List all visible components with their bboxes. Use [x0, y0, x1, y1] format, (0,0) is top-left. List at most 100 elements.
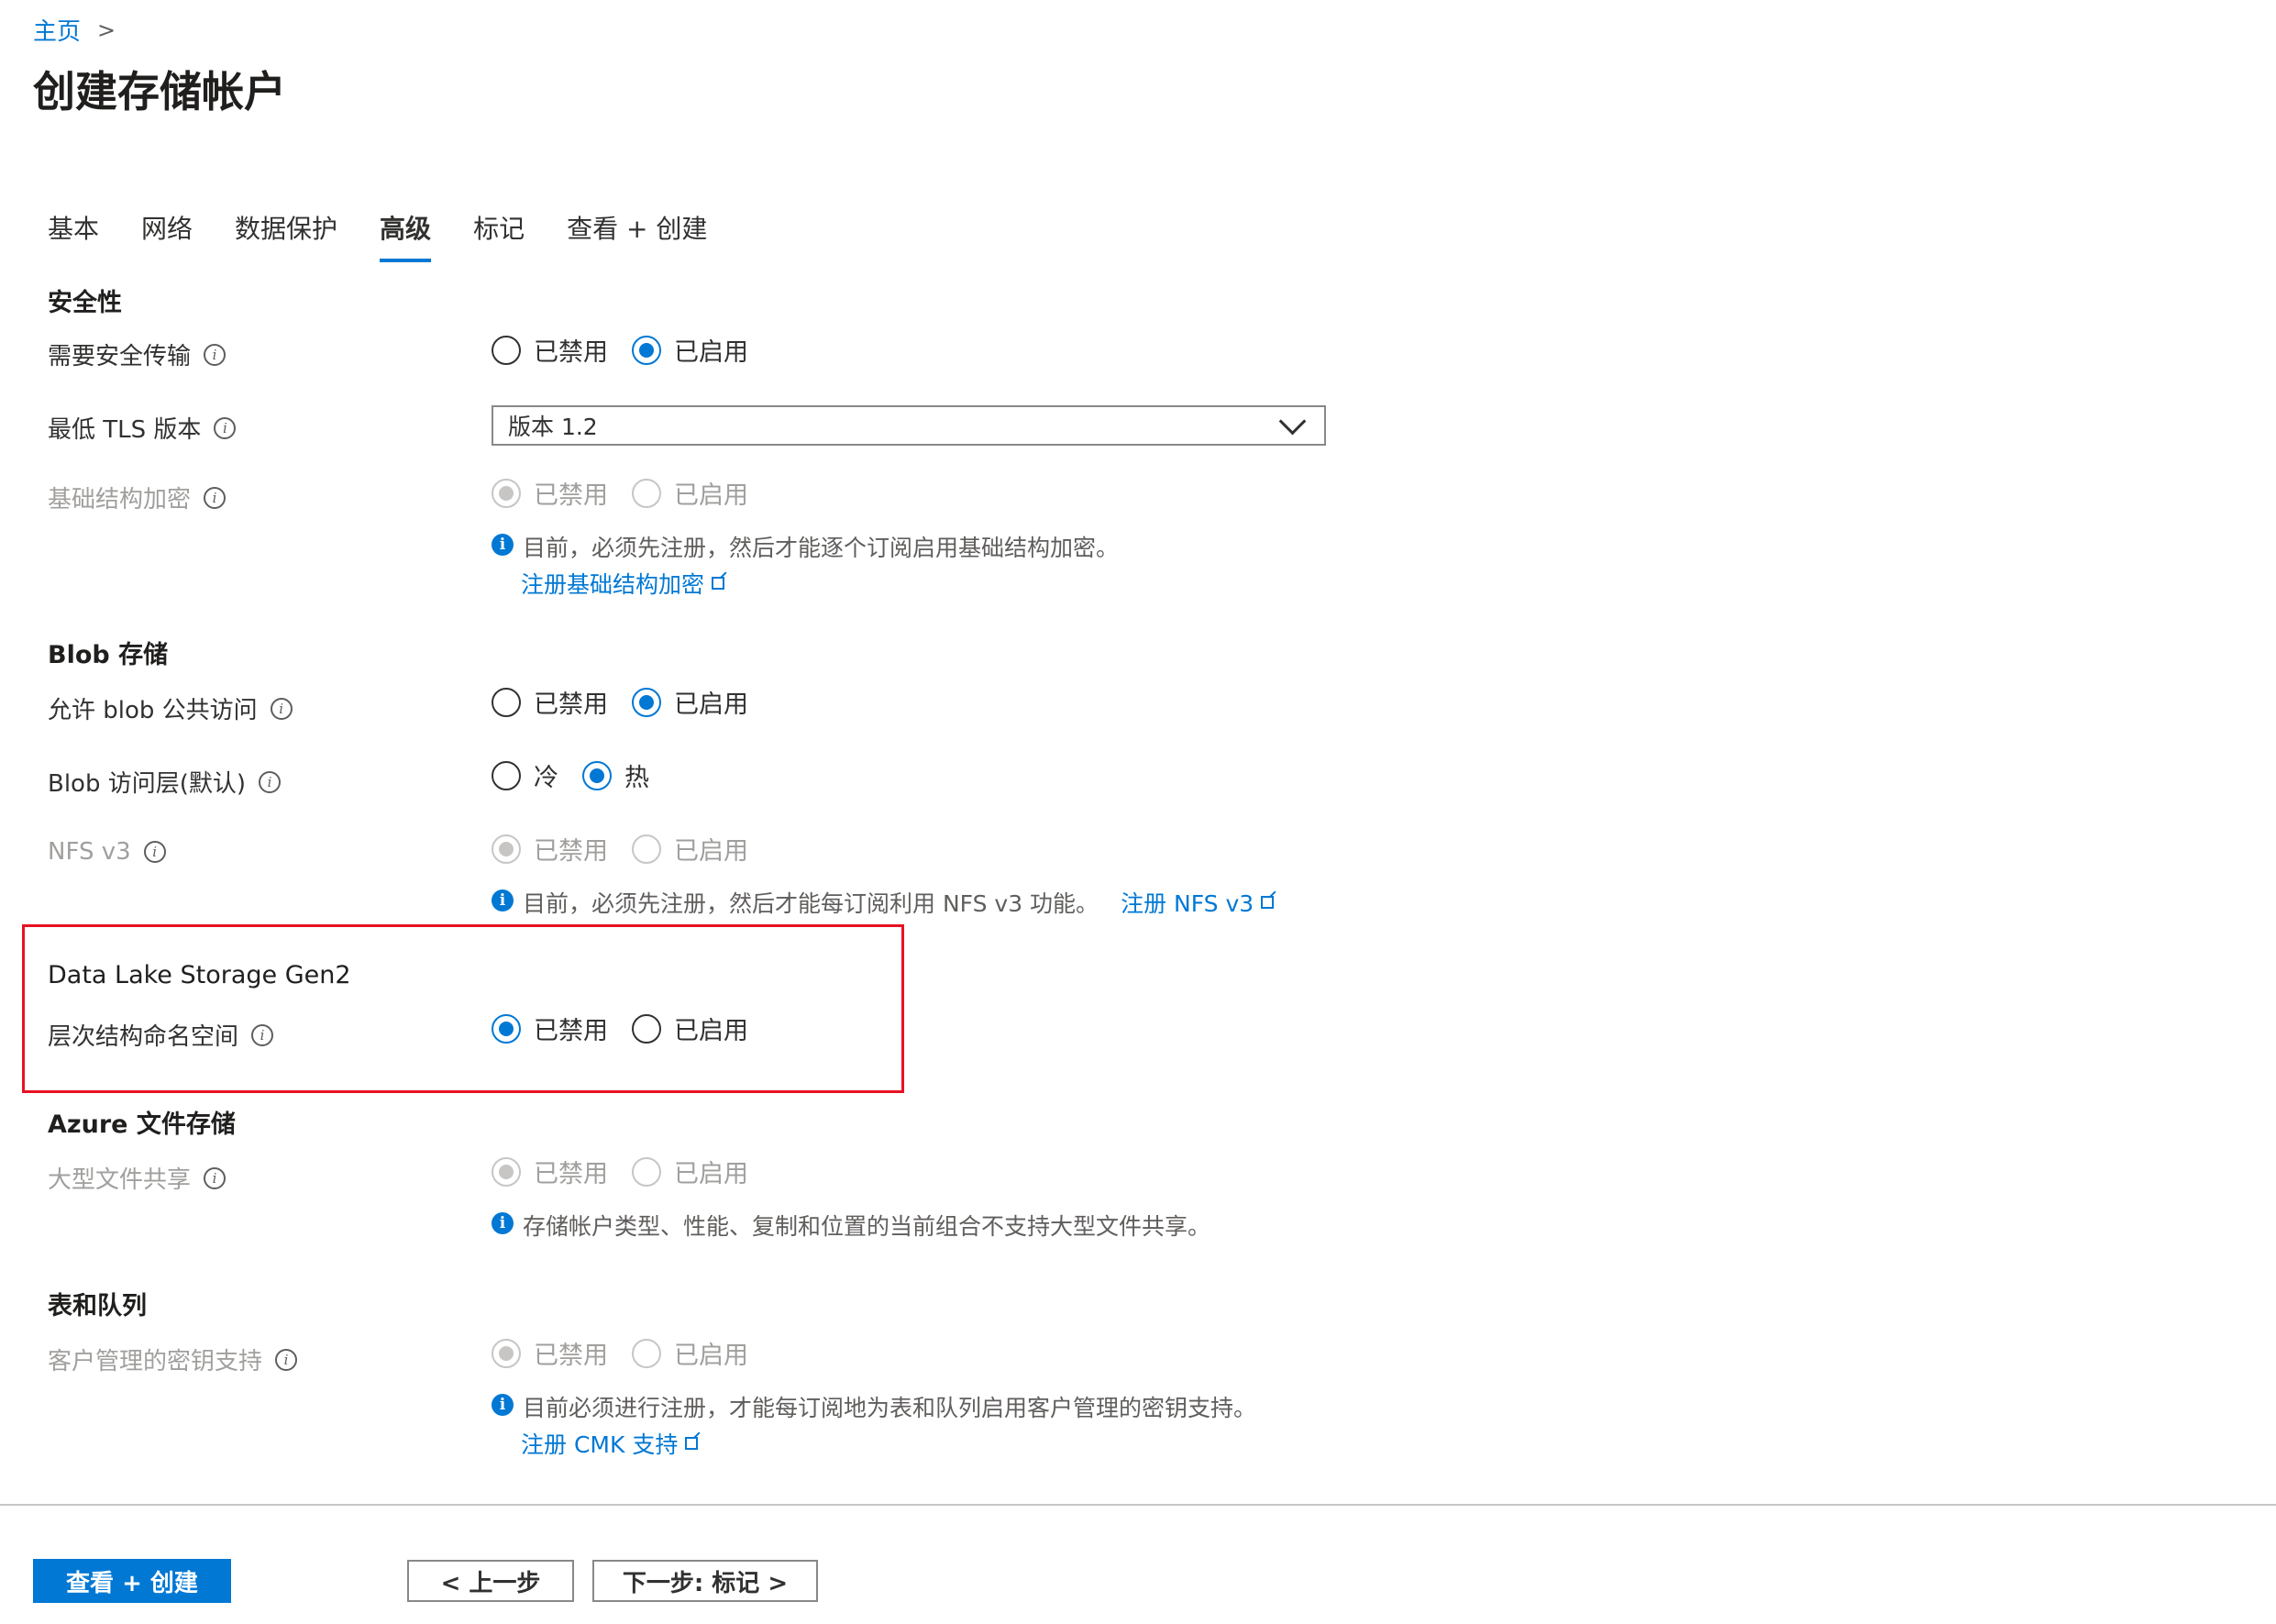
blob-access-tier-label-text: Blob 访问层(默认) [48, 770, 247, 798]
note-row: i 目前必须进行注册，才能每订阅地为表和队列启用客户管理的密钥支持。 [492, 1390, 1256, 1423]
footer-divider [0, 1504, 2276, 1506]
info-icon[interactable]: i [275, 1348, 298, 1371]
review-create-button[interactable]: 查看 + 创建 [33, 1559, 231, 1603]
security-section-title: 安全性 [48, 289, 122, 317]
blob-section-title: Blob 存储 [48, 641, 169, 669]
radio-circle [492, 760, 521, 790]
tab-data-protection[interactable]: 数据保护 [235, 209, 337, 257]
cmk-enabled-radio: 已启用 [632, 1335, 748, 1371]
external-link-icon [685, 1437, 699, 1450]
cmk-note: i 目前必须进行注册，才能每订阅地为表和队列启用客户管理的密钥支持。 注册 CM… [492, 1390, 1256, 1460]
note-row: i 目前，必须先注册，然后才能逐个订阅启用基础结构加密。 [492, 530, 1119, 563]
info-filled-icon: i [492, 889, 514, 911]
nfs-label-text: NFS v3 [48, 838, 131, 866]
large-file-shares-enabled-radio: 已启用 [632, 1154, 748, 1189]
radio-label: 已启用 [674, 1017, 748, 1045]
tab-basics[interactable]: 基本 [48, 209, 99, 257]
hns-disabled-radio[interactable]: 已禁用 [492, 1011, 608, 1046]
link-text: 注册 CMK 支持 [521, 1431, 679, 1458]
secure-transfer-label-text: 需要安全传输 [48, 343, 192, 370]
blob-access-tier-label: Blob 访问层(默认) i [48, 765, 282, 799]
infra-encryption-enabled-radio: 已启用 [632, 475, 748, 511]
register-cmk-link[interactable]: 注册 CMK 支持 [521, 1427, 699, 1460]
link-text: 注册基础结构加密 [521, 571, 705, 598]
radio-circle [632, 834, 661, 864]
info-filled-icon: i [492, 534, 514, 556]
info-icon[interactable]: i [204, 486, 226, 509]
large-file-shares-radio-group: 已禁用 已启用 [492, 1154, 772, 1189]
large-file-shares-label: 大型文件共享 i [48, 1161, 226, 1195]
blob-access-tier-radio-group: 冷 热 [492, 757, 673, 793]
datalake-section-title: Data Lake Storage Gen2 [48, 961, 351, 989]
info-icon[interactable]: i [259, 770, 282, 793]
radio-label: 已禁用 [534, 837, 608, 866]
radio-circle-checked [632, 687, 661, 717]
note-text: 目前，必须先注册，然后才能每订阅利用 NFS v3 功能。 [523, 890, 1099, 917]
info-filled-icon: i [492, 1394, 514, 1416]
cmk-disabled-radio: 已禁用 [492, 1335, 608, 1371]
info-icon[interactable]: i [214, 416, 237, 439]
radio-circle [632, 1013, 661, 1044]
radio-circle [492, 335, 521, 365]
radio-label: 已禁用 [534, 1160, 608, 1188]
radio-label: 已禁用 [534, 1017, 608, 1045]
radio-circle [492, 687, 521, 717]
note-text: 存储帐户类型、性能、复制和位置的当前组合不支持大型文件共享。 [523, 1213, 1211, 1240]
radio-label: 热 [624, 764, 649, 792]
radio-circle-checked [582, 760, 612, 790]
previous-button[interactable]: < 上一步 [407, 1560, 574, 1602]
infra-encryption-disabled-radio: 已禁用 [492, 475, 608, 511]
external-link-icon [712, 577, 725, 590]
large-file-shares-note: i 存储帐户类型、性能、复制和位置的当前组合不支持大型文件共享。 [492, 1209, 1210, 1242]
next-tags-button[interactable]: 下一步: 标记 > [592, 1560, 818, 1602]
radio-circle-checked [492, 1156, 521, 1187]
cmk-label-text: 客户管理的密钥支持 [48, 1348, 263, 1375]
radio-label: 已禁用 [534, 338, 608, 367]
access-tier-cool-radio[interactable]: 冷 [492, 757, 558, 793]
large-file-shares-disabled-radio: 已禁用 [492, 1154, 608, 1189]
info-icon[interactable]: i [204, 343, 226, 366]
blob-public-access-enabled-radio[interactable]: 已启用 [632, 684, 748, 720]
nfs-disabled-radio: 已禁用 [492, 831, 608, 867]
info-icon[interactable]: i [143, 841, 166, 863]
blob-public-access-disabled-radio[interactable]: 已禁用 [492, 684, 608, 720]
radio-label: 已启用 [674, 690, 748, 719]
info-icon[interactable]: i [204, 1166, 226, 1189]
infra-encryption-radio-group: 已禁用 已启用 [492, 475, 772, 511]
secure-transfer-radio-group: 已禁用 已启用 [492, 332, 772, 368]
tab-networking[interactable]: 网络 [141, 209, 193, 257]
radio-label: 已启用 [674, 481, 748, 510]
info-icon[interactable]: i [270, 697, 293, 720]
info-filled-icon: i [492, 1212, 514, 1234]
radio-label: 已启用 [674, 1160, 748, 1188]
secure-transfer-label: 需要安全传输 i [48, 337, 226, 371]
register-infra-encryption-link[interactable]: 注册基础结构加密 [521, 567, 725, 600]
info-icon[interactable]: i [251, 1023, 274, 1046]
register-nfs-link[interactable]: 注册 NFS v3 [1121, 886, 1275, 919]
radio-circle-checked [632, 335, 661, 365]
min-tls-dropdown[interactable]: 版本 1.2 [492, 405, 1326, 446]
radio-label: 已启用 [674, 837, 748, 866]
note-text: 目前，必须先注册，然后才能逐个订阅启用基础结构加密。 [523, 535, 1120, 561]
tab-advanced[interactable]: 高级 [380, 209, 432, 262]
access-tier-hot-radio[interactable]: 热 [582, 757, 649, 793]
tab-review-create[interactable]: 查看 + 创建 [567, 209, 707, 257]
radio-circle [632, 1156, 661, 1187]
tab-tags[interactable]: 标记 [473, 209, 525, 257]
min-tls-label-text: 最低 TLS 版本 [48, 416, 202, 444]
note-text: 目前必须进行注册，才能每订阅地为表和队列启用客户管理的密钥支持。 [523, 1395, 1257, 1421]
radio-circle-checked [492, 478, 521, 508]
secure-transfer-enabled-radio[interactable]: 已启用 [632, 332, 748, 368]
wizard-tabs: 基本 网络 数据保护 高级 标记 查看 + 创建 [48, 209, 749, 262]
radio-label: 已禁用 [534, 481, 608, 510]
radio-circle [632, 478, 661, 508]
hns-enabled-radio[interactable]: 已启用 [632, 1011, 748, 1046]
nfs-label: NFS v3 i [48, 838, 166, 866]
infra-encryption-label-text: 基础结构加密 [48, 486, 192, 514]
radio-label: 已启用 [674, 1342, 748, 1370]
breadcrumb-home-link[interactable]: 主页 [33, 13, 81, 47]
external-link-icon [1261, 896, 1275, 909]
page-title: 创建存储帐户 [33, 67, 286, 116]
secure-transfer-disabled-radio[interactable]: 已禁用 [492, 332, 608, 368]
radio-label: 冷 [534, 764, 558, 792]
